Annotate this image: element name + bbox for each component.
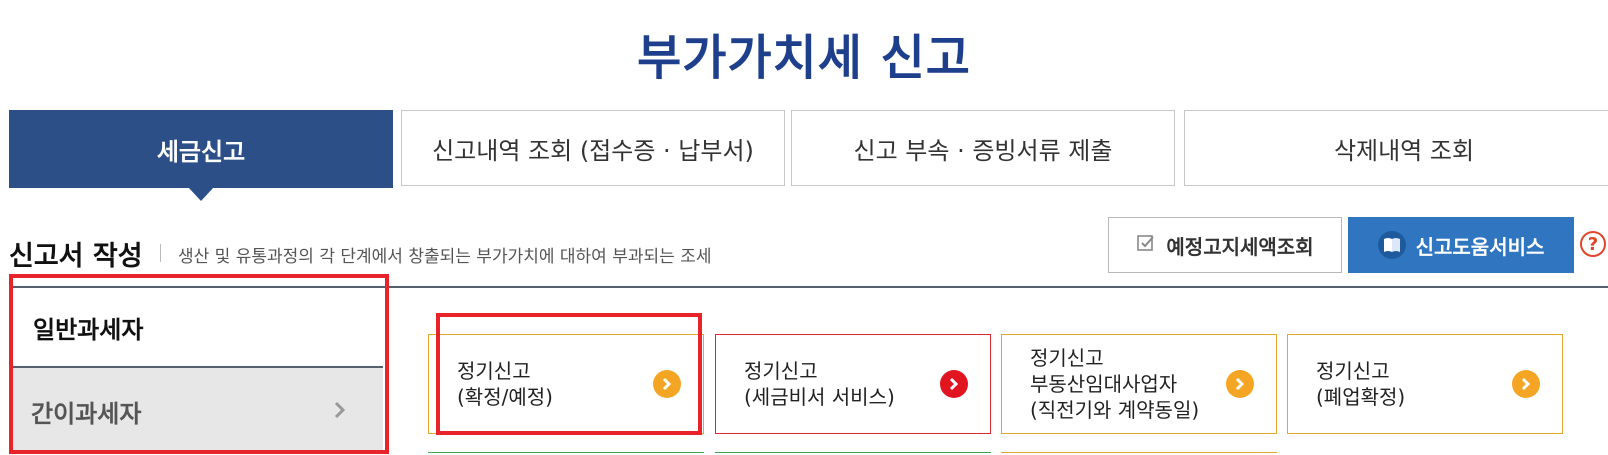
card-line: 정기신고 [457, 359, 531, 383]
filing-help-label: 신고도움서비스 [1415, 234, 1545, 259]
page-title: 부가가치세 신고 [637, 30, 971, 86]
book-icon [1377, 231, 1406, 259]
card-line: (폐업확정) [1316, 385, 1406, 409]
arrow-right-icon [1226, 370, 1254, 398]
tab-filing-history[interactable]: 신고내역 조회 (접수증 · 납부서) [401, 110, 785, 186]
card-line: 부동산임대사업자 [1030, 372, 1178, 396]
card-tax-secretary[interactable]: 정기신고 (세금비서 서비스) [715, 334, 991, 434]
side-tab-label: 간이과세자 [31, 399, 142, 428]
card-closure-filing[interactable]: 정기신고 (폐업확정) [1287, 334, 1563, 434]
checkbox-icon [1136, 233, 1156, 258]
arrow-right-icon [1512, 370, 1540, 398]
tab-attachments-submit[interactable]: 신고 부속 · 증빙서류 제출 [791, 110, 1175, 186]
scheduled-notice-button[interactable]: 예정고지세액조회 [1108, 217, 1342, 273]
card-regular-filing[interactable]: 정기신고 (확정/예정) [428, 334, 704, 434]
side-tab-label: 일반과세자 [33, 315, 144, 344]
chevron-right-icon [333, 398, 347, 426]
filing-help-button[interactable]: 신고도움서비스 [1348, 217, 1574, 273]
arrow-right-icon [653, 370, 681, 398]
card-line: 정기신고 [1030, 346, 1104, 370]
tab-deleted-history[interactable]: 삭제내역 조회 [1184, 110, 1608, 186]
tab-tax-filing[interactable]: 세금신고 [9, 110, 393, 201]
card-real-estate-rental[interactable]: 정기신고 부동산임대사업자 (직전기와 계약동일) [1001, 334, 1277, 434]
card-line: 정기신고 [1316, 359, 1390, 383]
section-divider [160, 244, 161, 262]
card-line: (직전기와 계약동일) [1030, 398, 1200, 422]
card-line: (세금비서 서비스) [744, 385, 895, 409]
scheduled-notice-label: 예정고지세액조회 [1166, 234, 1314, 259]
card-line: (확정/예정) [457, 385, 553, 409]
side-tab-simplified-taxpayer[interactable]: 간이과세자 [9, 366, 383, 454]
question-icon[interactable]: ? [1580, 231, 1606, 257]
card-line: 정기신고 [744, 359, 818, 383]
side-tab-general-taxpayer[interactable]: 일반과세자 [9, 288, 383, 366]
arrow-right-icon [940, 370, 968, 398]
section-title: 신고서 작성 [9, 241, 143, 272]
section-description: 생산 및 유통과정의 각 단계에서 창출되는 부가가치에 대하여 부과되는 조세 [178, 247, 712, 267]
